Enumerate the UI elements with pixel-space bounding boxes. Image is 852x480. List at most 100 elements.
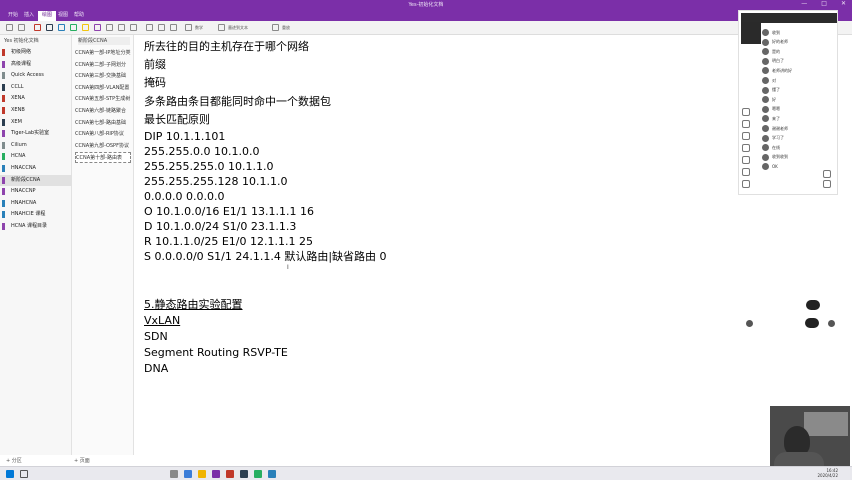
content-line[interactable]: DNA — [144, 362, 168, 376]
close-button[interactable]: ✕ — [841, 0, 846, 7]
notebook-item[interactable]: HNAHCNA — [0, 198, 72, 209]
shapes-icon[interactable] — [146, 24, 153, 31]
notebook-item[interactable]: HCNA — [0, 151, 72, 162]
maximize-button[interactable]: □ — [821, 0, 827, 7]
undo-icon[interactable] — [6, 24, 13, 31]
app-green-icon[interactable] — [254, 470, 262, 478]
tab-insert[interactable]: 插入 — [24, 11, 34, 18]
pen-red-icon[interactable] — [34, 24, 41, 31]
gift-icon[interactable] — [742, 168, 750, 176]
notebook-item[interactable]: 初级网络 — [0, 47, 72, 58]
floating-dot-right[interactable] — [828, 320, 835, 327]
math-icon[interactable] — [185, 24, 192, 31]
content-line[interactable]: 255.255.0.0 10.1.0.0 — [144, 145, 259, 159]
add-pen-icon[interactable] — [130, 24, 137, 31]
content-line[interactable]: 0.0.0.0 0.0.0.0 — [144, 190, 224, 204]
minimize-button[interactable]: — — [801, 0, 807, 7]
notebook-item[interactable]: HNACCNA — [0, 163, 72, 174]
chat-icon[interactable] — [742, 156, 750, 164]
replay-icon[interactable] — [272, 24, 279, 31]
floating-button-bottom[interactable] — [805, 318, 819, 328]
floating-dot-left[interactable] — [746, 320, 753, 327]
notebook-item[interactable]: Cilium — [0, 140, 72, 151]
tab-view[interactable]: 视图 — [58, 11, 68, 18]
expand-icon[interactable] — [823, 170, 831, 178]
section-item[interactable]: CCNA第九部-OSPF协议 — [75, 141, 131, 152]
notebook-item[interactable]: XEM — [0, 117, 72, 128]
pen-purple-icon[interactable] — [94, 24, 101, 31]
insert-space-icon[interactable] — [170, 24, 177, 31]
tab-draw[interactable]: 绘图 — [38, 11, 57, 21]
onenote-icon[interactable] — [212, 470, 220, 478]
section-item[interactable]: CCNA第五部-STP生成树 — [75, 94, 131, 105]
content-line[interactable]: Segment Routing RSVP-TE — [144, 346, 288, 360]
tab-home[interactable]: 开始 — [8, 11, 18, 18]
camera-icon[interactable] — [742, 144, 750, 152]
add-section-button[interactable]: + 分区 — [6, 457, 22, 464]
content-line[interactable]: S 0.0.0.0/0 S1/1 24.1.1.4 默认路由|缺省路由 0 — [144, 250, 387, 264]
content-line[interactable]: R 10.1.1.0/25 E1/0 12.1.1.1 25 — [144, 235, 313, 249]
app-blue-icon[interactable] — [268, 470, 276, 478]
section-item[interactable]: CCNA第八部-RIP协议 — [75, 129, 131, 140]
section-item[interactable]: CCNA第七部-路由基础 — [75, 118, 131, 129]
notebook-item[interactable]: 新阶段CCNA — [0, 174, 72, 186]
taskview-icon[interactable] — [170, 470, 178, 478]
section-header[interactable]: 新阶段CCNA — [78, 37, 130, 45]
floating-button-top[interactable] — [806, 300, 820, 310]
content-line[interactable]: SDN — [144, 330, 168, 344]
avatar — [762, 38, 769, 46]
notebook-item[interactable]: HNACCNP — [0, 186, 72, 197]
section-item[interactable]: CCNA第三部-交换基础 — [75, 71, 131, 82]
content-line[interactable]: 所去往的目的主机存在于哪个网络 — [144, 40, 309, 54]
pen-blue-icon[interactable] — [58, 24, 65, 31]
content-line[interactable]: 5.静态路由实验配置 — [144, 298, 243, 312]
ink-to-text-icon[interactable] — [218, 24, 225, 31]
start-icon[interactable] — [6, 470, 14, 478]
app-dark-icon[interactable] — [240, 470, 248, 478]
pen-black-icon[interactable] — [46, 24, 53, 31]
notebook-item[interactable]: 高级课程 — [0, 59, 72, 70]
eraser-icon[interactable] — [106, 24, 113, 31]
content-line[interactable]: 前缀 — [144, 58, 166, 72]
section-item[interactable]: CCNA第一部-IP地址分类 — [75, 48, 131, 59]
notebook-item[interactable]: XENA — [0, 93, 72, 104]
content-line[interactable]: 最长匹配原则 — [144, 113, 210, 127]
content-line[interactable]: DIP 10.1.1.101 — [144, 130, 225, 144]
page-content[interactable]: 所去往的目的主机存在于哪个网络 前缀掩码多条路由条目都能同时命中一个数据包 最长匹配… — [144, 38, 734, 418]
section-item[interactable]: CCNA第六部-链路聚合 — [75, 106, 131, 117]
redo-icon[interactable] — [18, 24, 25, 31]
add-page-button[interactable]: + 页面 — [74, 457, 90, 464]
search-icon[interactable] — [20, 470, 28, 478]
notebook-header[interactable]: Yes 初始化文档 — [4, 37, 39, 44]
notebook-item[interactable]: XENB — [0, 105, 72, 116]
notebook-item[interactable]: Quick Access — [0, 70, 72, 81]
section-item[interactable]: CCNA第十部-路由表 — [75, 152, 131, 164]
content-line[interactable]: VxLAN — [144, 314, 180, 328]
section-item[interactable]: CCNA第二部-子网划分 — [75, 60, 131, 71]
content-line[interactable]: 掩码 — [144, 76, 166, 90]
notebook-item[interactable]: Tiger-Lab实验室 — [0, 128, 72, 139]
more-icon[interactable] — [742, 180, 750, 188]
notebook-item[interactable]: HCNA 课程目录 — [0, 221, 72, 232]
highlighter-icon[interactable] — [82, 24, 89, 31]
section-item[interactable]: CCNA第四部-VLAN配置 — [75, 83, 131, 94]
content-line[interactable]: O 10.1.0.0/16 E1/1 13.1.1.1 16 — [144, 205, 314, 219]
content-line[interactable]: 255.255.255.0 10.1.1.0 — [144, 160, 273, 174]
content-line[interactable]: 多条路由条目都能同时命中一个数据包 — [144, 95, 331, 109]
pen-green-icon[interactable] — [70, 24, 77, 31]
notebook-item[interactable]: HNAHCIE 课程 — [0, 209, 72, 220]
explorer-icon[interactable] — [198, 470, 206, 478]
notebook-color-bar — [2, 141, 5, 149]
share-icon[interactable] — [742, 108, 750, 116]
settings-icon[interactable] — [742, 120, 750, 128]
content-line[interactable]: 255.255.255.128 10.1.1.0 — [144, 175, 287, 189]
tab-help[interactable]: 帮助 — [74, 11, 84, 18]
edge-icon[interactable] — [184, 470, 192, 478]
content-line[interactable]: D 10.1.0.0/24 S1/0 23.1.1.3 — [144, 220, 296, 234]
pin-icon[interactable] — [823, 180, 831, 188]
lasso-icon[interactable] — [118, 24, 125, 31]
ruler-icon[interactable] — [158, 24, 165, 31]
app-red-icon[interactable] — [226, 470, 234, 478]
notebook-item[interactable]: CCLL — [0, 82, 72, 93]
mic-icon[interactable] — [742, 132, 750, 140]
